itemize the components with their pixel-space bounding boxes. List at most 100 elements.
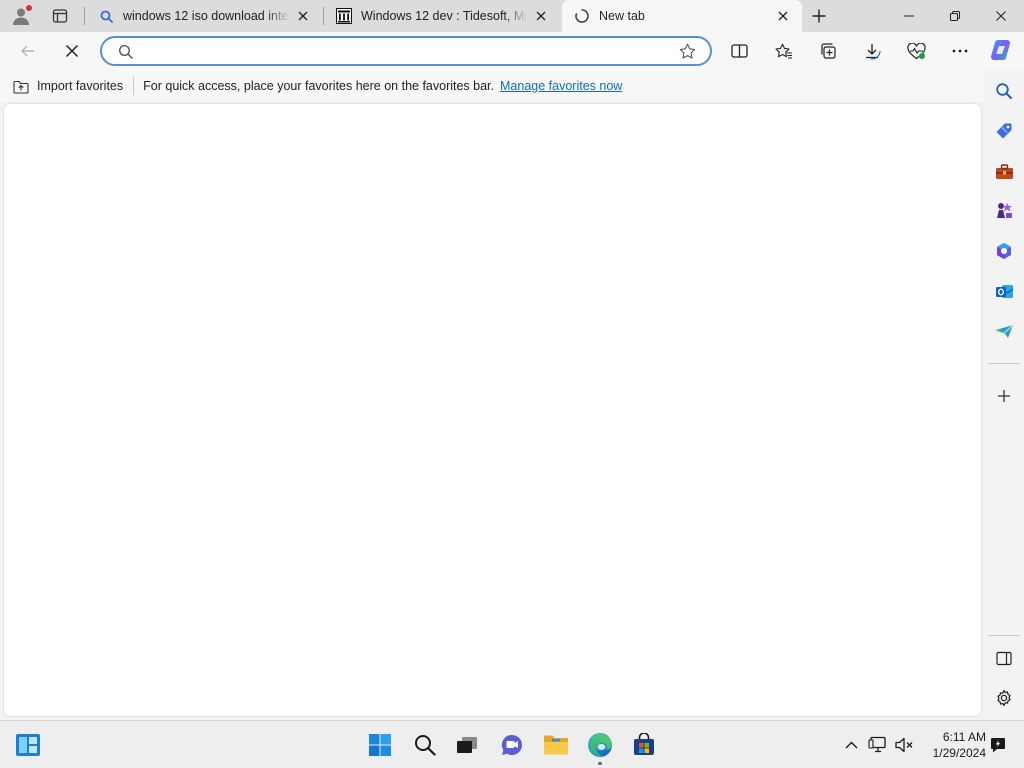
sidebar-shopping-button[interactable] bbox=[989, 116, 1019, 146]
sidebar-microsoft-365-button[interactable] bbox=[989, 236, 1019, 266]
clock-time: 6:11 AM bbox=[942, 730, 986, 744]
split-screen-button[interactable] bbox=[724, 36, 754, 66]
running-indicator bbox=[598, 762, 602, 765]
downloads-button[interactable] bbox=[857, 36, 887, 66]
network-icon bbox=[868, 736, 886, 753]
file-explorer-icon bbox=[544, 735, 568, 755]
volume-button[interactable] bbox=[893, 734, 915, 756]
import-favorites-button[interactable]: Import favorites bbox=[13, 74, 123, 98]
heart-pulse-icon bbox=[906, 42, 926, 59]
taskbar-search-button[interactable] bbox=[409, 729, 441, 761]
sidebar-search-button[interactable] bbox=[989, 76, 1019, 106]
shopping-tag-icon bbox=[996, 123, 1012, 139]
start-button[interactable] bbox=[364, 729, 396, 761]
clock[interactable]: 6:11 AM 1/29/2024 bbox=[920, 729, 986, 761]
collections-icon bbox=[821, 43, 836, 59]
chat-button[interactable] bbox=[496, 729, 528, 761]
manage-favorites-link[interactable]: Manage favorites now bbox=[500, 79, 622, 93]
tab-title: windows 12 iso download intern bbox=[123, 9, 290, 23]
sidebar-separator bbox=[988, 635, 1020, 636]
restore-icon bbox=[950, 11, 960, 21]
taskbar: 6:11 AM 1/29/2024 bbox=[0, 720, 1024, 768]
notifications-button[interactable] bbox=[987, 734, 1009, 756]
close-tab-button[interactable] bbox=[294, 7, 312, 25]
tab-actions-button[interactable] bbox=[46, 3, 74, 29]
loading-icon bbox=[574, 8, 590, 24]
sidebar-separator bbox=[988, 363, 1020, 364]
close-icon bbox=[778, 11, 788, 21]
stop-loading-button[interactable] bbox=[57, 36, 87, 66]
address-bar[interactable] bbox=[100, 36, 712, 66]
tab-separator bbox=[84, 7, 85, 25]
profile-button[interactable] bbox=[6, 3, 36, 29]
close-icon bbox=[298, 11, 308, 21]
hide-sidebar-button[interactable] bbox=[989, 643, 1019, 673]
sidebar-drop-button[interactable] bbox=[989, 316, 1019, 346]
favorites-separator bbox=[133, 77, 135, 95]
show-hidden-icons-button[interactable] bbox=[840, 734, 862, 756]
tab-title: New tab bbox=[599, 9, 645, 23]
start-icon bbox=[369, 734, 391, 756]
browser-essentials-button[interactable] bbox=[901, 36, 931, 66]
minimize-button[interactable] bbox=[886, 0, 932, 32]
favorites-bar-message: For quick access, place your favorites h… bbox=[143, 79, 495, 93]
collections-button[interactable] bbox=[813, 36, 843, 66]
file-explorer-button[interactable] bbox=[540, 729, 572, 761]
edge-icon bbox=[588, 733, 612, 757]
search-icon bbox=[415, 735, 436, 756]
tab-search-results[interactable]: windows 12 iso download intern bbox=[86, 0, 322, 32]
store-icon bbox=[634, 733, 654, 755]
close-tab-button[interactable] bbox=[532, 7, 550, 25]
settings-more-button[interactable] bbox=[945, 36, 975, 66]
network-status-button[interactable] bbox=[867, 734, 889, 756]
search-icon bbox=[98, 8, 114, 24]
star-icon bbox=[679, 43, 696, 59]
favorites-button[interactable] bbox=[769, 36, 799, 66]
edge-taskbar-button[interactable] bbox=[584, 729, 616, 765]
copilot-button[interactable] bbox=[988, 36, 1016, 64]
close-tab-button[interactable] bbox=[774, 7, 792, 25]
widgets-button[interactable] bbox=[12, 729, 44, 761]
clock-date: 1/29/2024 bbox=[932, 746, 986, 760]
tab-archive[interactable]: Windows 12 dev : Tidesoft, Micro bbox=[324, 0, 560, 32]
copilot-icon bbox=[990, 39, 1011, 61]
arrow-left-icon bbox=[21, 45, 34, 57]
sidebar-outlook-button[interactable] bbox=[989, 276, 1019, 306]
notification-dot bbox=[26, 5, 32, 11]
favorites-bar: Import favorites For quick access, place… bbox=[0, 70, 984, 102]
address-input[interactable] bbox=[142, 42, 662, 60]
notification-icon bbox=[991, 738, 1005, 753]
search-icon bbox=[996, 83, 1012, 99]
plus-icon bbox=[812, 9, 826, 23]
add-icon bbox=[998, 390, 1010, 402]
tools-icon bbox=[995, 163, 1013, 179]
chat-icon bbox=[501, 734, 522, 755]
favorite-star-button[interactable] bbox=[679, 43, 696, 63]
close-icon bbox=[996, 11, 1006, 21]
archive-icon bbox=[336, 8, 352, 24]
chevron-up-icon bbox=[845, 741, 857, 749]
new-tab-button[interactable] bbox=[806, 3, 832, 29]
restore-button[interactable] bbox=[932, 0, 978, 32]
stop-icon bbox=[65, 44, 79, 58]
sidebar-add-button[interactable] bbox=[989, 381, 1019, 411]
store-button[interactable] bbox=[628, 729, 660, 761]
tab-actions-icon bbox=[52, 9, 68, 23]
drop-send-icon bbox=[995, 324, 1013, 338]
games-icon bbox=[997, 203, 1012, 218]
sidebar bbox=[984, 70, 1024, 720]
back-button[interactable] bbox=[13, 36, 43, 66]
task-view-button[interactable] bbox=[451, 729, 483, 761]
search-icon bbox=[118, 44, 134, 63]
sidebar-settings-button[interactable] bbox=[989, 683, 1019, 713]
microsoft-365-icon bbox=[997, 243, 1011, 259]
close-window-button[interactable] bbox=[978, 0, 1024, 32]
minimize-icon bbox=[904, 15, 914, 17]
sidebar-games-button[interactable] bbox=[989, 196, 1019, 226]
page-content[interactable] bbox=[4, 104, 981, 716]
import-icon bbox=[13, 80, 29, 94]
download-icon bbox=[863, 42, 881, 60]
sidebar-tools-button[interactable] bbox=[989, 156, 1019, 186]
tab-new-tab[interactable]: New tab bbox=[562, 0, 802, 32]
favorites-icon bbox=[775, 43, 792, 59]
